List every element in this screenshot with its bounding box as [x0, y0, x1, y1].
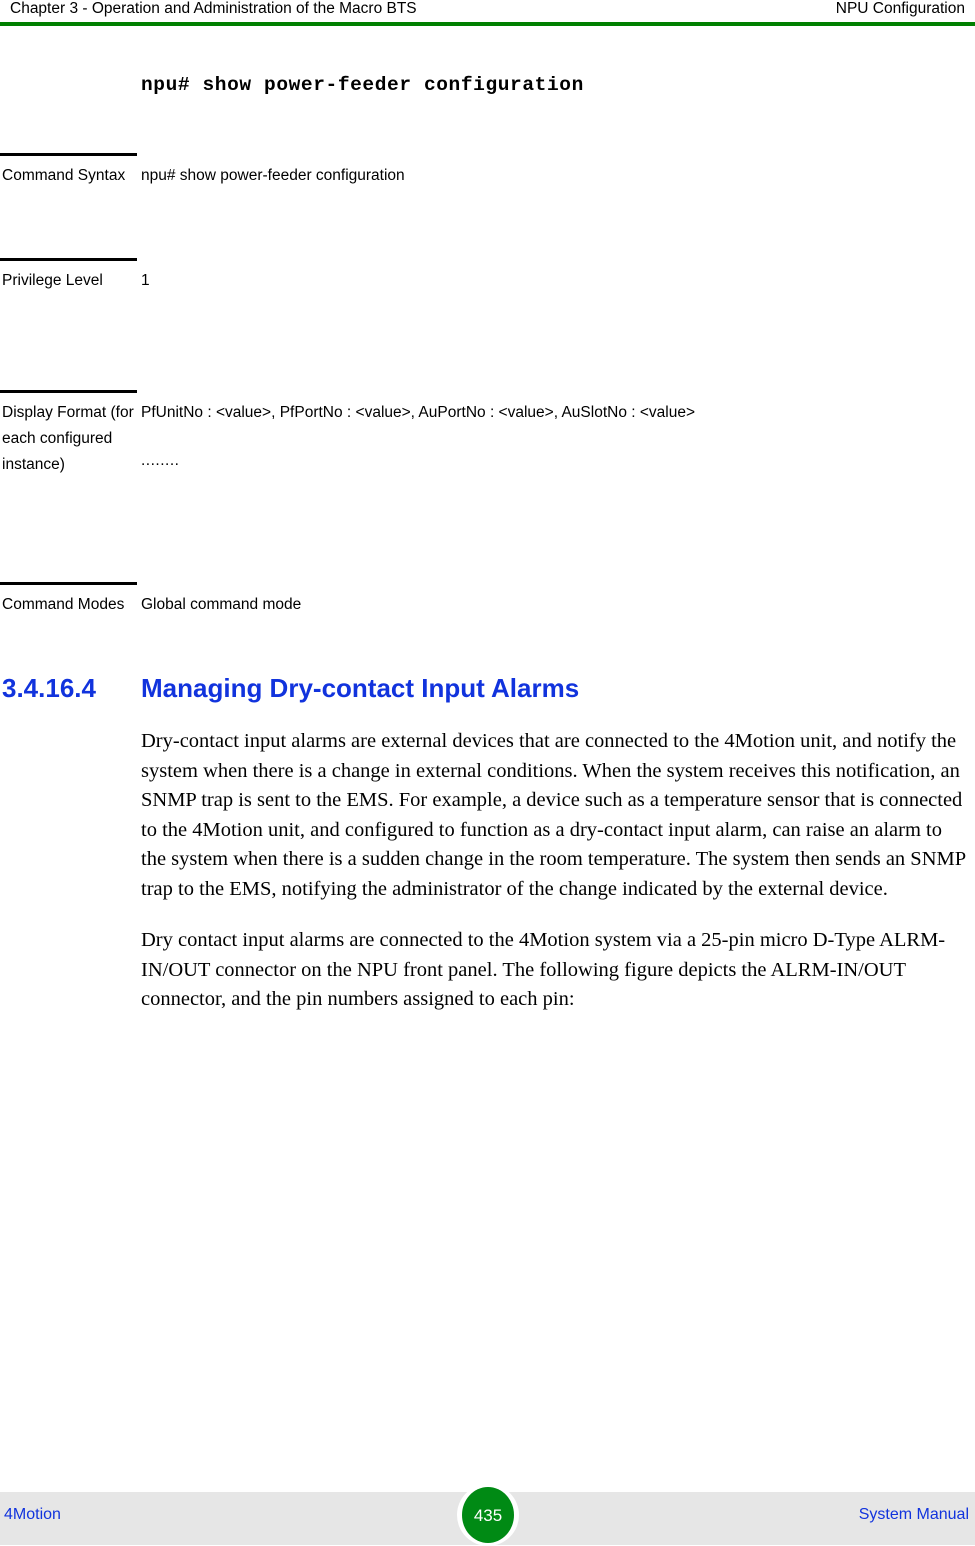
table-row-display-format: Display Format (for each configured inst…	[0, 390, 975, 582]
section-title: Managing Dry-contact Input Alarms	[141, 673, 580, 703]
row-label: Command Modes	[2, 596, 125, 613]
body-paragraph: Dry contact input alarms are connected t…	[141, 929, 946, 1010]
command-title: npu# show power-feeder configuration	[141, 74, 584, 96]
footer-product-name: 4Motion	[4, 1506, 61, 1523]
body-paragraph: Dry-contact input alarms are external de…	[141, 730, 966, 900]
footer-document-name: System Manual	[858, 1506, 969, 1523]
header-rule-divider	[0, 22, 975, 26]
body-content: Dry-contact input alarms are external de…	[141, 727, 971, 1037]
header-chapter-title: Chapter 3 - Operation and Administration…	[10, 0, 417, 17]
page-number: 435	[473, 1505, 503, 1525]
header-section-title: NPU Configuration	[835, 0, 965, 17]
row-top-rule	[0, 390, 137, 393]
row-top-rule	[0, 153, 137, 156]
row-value: Global command mode	[141, 596, 302, 613]
page-number-disc: 435	[462, 1487, 514, 1543]
row-value: 1	[141, 272, 150, 289]
table-row-command-syntax: Command Syntax npu# show power-feeder co…	[0, 153, 975, 258]
row-value: PfUnitNo : <value>, PfPortNo : <value>, …	[141, 400, 961, 474]
row-top-rule	[0, 258, 137, 261]
row-value: npu# show power-feeder configuration	[141, 167, 405, 184]
table-row-command-modes: Command Modes Global command mode	[0, 582, 975, 662]
row-value-continuation: ........	[141, 452, 180, 469]
row-top-rule	[0, 582, 137, 585]
row-label: Privilege Level	[2, 272, 103, 289]
section-heading: 3.4.16.4 Managing Dry-contact Input Alar…	[0, 673, 975, 707]
page-number-badge: 435	[457, 1484, 519, 1546]
row-label: Display Format (for each configured inst…	[2, 404, 134, 473]
section-number: 3.4.16.4	[2, 673, 96, 703]
table-row-privilege-level: Privilege Level 1	[0, 258, 975, 390]
row-value-line: PfUnitNo : <value>, PfPortNo : <value>, …	[141, 404, 696, 421]
row-label: Command Syntax	[2, 167, 126, 184]
